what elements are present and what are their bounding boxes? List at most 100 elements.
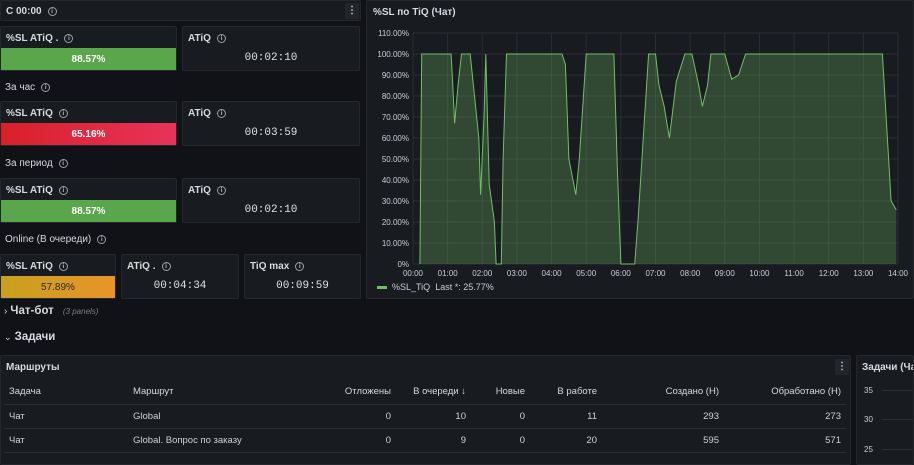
y-tick-label: 35 [864, 386, 873, 395]
table-cell: Global [128, 404, 308, 429]
info-icon[interactable]: i [64, 33, 74, 43]
routes-table-panel[interactable]: Маршруты ⋮ Задача Маршрут Отложены В оче… [0, 355, 851, 465]
stat-sl-atiq-2[interactable]: %SL ATiQ i 65.16% [0, 101, 177, 146]
stat-title: TiQ max i [250, 261, 305, 272]
routes-table: Задача Маршрут Отложены В очереди ↓ Новы… [4, 380, 846, 453]
panel-title: С 00:00 i [6, 6, 57, 17]
stat-value: 00:04:34 [153, 280, 207, 292]
x-tick-label: 01:00 [438, 269, 459, 278]
row-chatbot-collapsed[interactable]: › Чат-бот (3 panels) [4, 305, 98, 317]
panel-menu-button[interactable]: ⋮ [835, 359, 849, 375]
stat-title: ATiQ i [188, 185, 226, 196]
table-row[interactable]: Чат Global 0 10 0 11 293 273 [4, 404, 846, 429]
table-cell: 0 [471, 404, 530, 429]
stat-tiq-max[interactable]: TiQ max i 00:09:59 [244, 254, 361, 299]
row-title-hour[interactable]: За час i [5, 82, 51, 93]
info-icon[interactable]: i [41, 82, 51, 92]
y-tick-label: 10.00% [382, 239, 409, 248]
row-title-online[interactable]: Online (В очереди) i [5, 234, 107, 245]
row-title: Чат-бот [10, 305, 54, 317]
stat-title: %SL ATiQ .i [6, 33, 74, 44]
table-cell: 273 [724, 404, 846, 429]
column-header[interactable]: Отложены [308, 380, 396, 405]
x-tick-label: 06:00 [611, 269, 632, 278]
stat-value-bar: 65.16% [1, 123, 176, 145]
info-icon[interactable]: i [58, 185, 68, 195]
stat-value: 00:02:10 [244, 52, 298, 64]
table-header-row: Задача Маршрут Отложены В очереди ↓ Новы… [4, 380, 846, 405]
stat-sl-atiq-3[interactable]: %SL ATiQ i 88.57% [0, 178, 177, 223]
stat-sl-atiq-4[interactable]: %SL ATiQ i 57.89% [0, 254, 116, 299]
stat-value: 00:09:59 [276, 280, 329, 292]
stat-title: %SL ATiQ i [6, 108, 68, 119]
y-tick-label: 0% [397, 260, 409, 269]
stat-value: 00:03:59 [244, 127, 298, 139]
table-cell: 293 [602, 404, 724, 429]
info-icon[interactable]: i [97, 234, 107, 244]
info-icon[interactable]: i [58, 108, 68, 118]
x-tick-label: 12:00 [819, 269, 840, 278]
y-tick-label: 60.00% [382, 134, 409, 143]
tasks-chart-panel[interactable]: Задачи (Ча 35 30 25 [856, 355, 914, 465]
stat-sl-atiq-1[interactable]: %SL ATiQ .i 88.57% [0, 26, 177, 71]
table-cell: 0 [308, 428, 396, 453]
y-tick-label: 50.00% [382, 155, 409, 164]
x-tick-label: 14:00 [888, 269, 909, 278]
column-header[interactable]: В работе [530, 380, 602, 405]
x-tick-label: 11:00 [784, 269, 804, 278]
panel-title: Маршруты [6, 362, 60, 373]
table-cell: 10 [396, 404, 471, 429]
y-tick-label: 25 [864, 445, 873, 454]
panel-menu-button[interactable]: ⋮ [345, 3, 359, 19]
gridline [882, 419, 913, 420]
info-icon[interactable]: i [58, 158, 68, 168]
chart-panel[interactable]: %SL по TiQ (Чат) 0% 10.00% 20.00% 30.00% 40.… [366, 0, 914, 299]
info-icon[interactable]: i [216, 185, 226, 195]
column-header[interactable]: Создано (Н) [602, 380, 724, 405]
stat-atiq-3[interactable]: ATiQ i 00:02:10 [182, 178, 360, 223]
y-tick-label: 80.00% [382, 92, 409, 101]
gridline [882, 449, 913, 450]
y-tick-label: 30 [864, 415, 873, 424]
stat-atiq-1[interactable]: ATiQ i 00:02:10 [182, 26, 360, 71]
x-tick-label: 07:00 [645, 269, 666, 278]
legend-series-name: %SL_TiQ [392, 282, 431, 292]
table-wrapper: Задача Маршрут Отложены В очереди ↓ Новы… [4, 380, 846, 453]
x-tick-label: 00:00 [403, 269, 424, 278]
info-icon[interactable]: i [295, 261, 305, 271]
stat-value-bar: 88.57% [1, 200, 176, 222]
stat-value: 00:02:10 [244, 204, 298, 216]
table-cell: 0 [308, 404, 396, 429]
x-tick-label: 03:00 [507, 269, 528, 278]
stat-atiq-4[interactable]: ATiQ .i 00:04:34 [121, 254, 239, 299]
column-header[interactable]: Маршрут [128, 380, 308, 405]
row-panel-count: (3 panels) [62, 307, 99, 316]
stat-title: ATiQ .i [127, 261, 171, 272]
stat-title: %SL ATiQ i [6, 185, 68, 196]
column-header[interactable]: Задача [4, 380, 128, 405]
sl-area-chart[interactable]: 0% 10.00% 20.00% 30.00% 40.00% 50.00% 60.00% 70… [367, 1, 913, 298]
info-icon[interactable]: i [216, 108, 226, 118]
table-row[interactable]: Чат Global. Вопрос по заказу 0 9 0 20 59… [4, 428, 846, 453]
sort-arrow-icon: ↓ [461, 386, 466, 398]
stat-value-bar: 57.89% [1, 276, 115, 298]
chevron-right-icon: › [4, 306, 8, 317]
info-icon[interactable]: i [47, 6, 57, 16]
y-tick-label: 30.00% [382, 197, 409, 206]
column-header[interactable]: Новые [471, 380, 530, 405]
chart-legend[interactable]: %SL_TiQ Last *: 25.77% [377, 282, 494, 292]
info-icon[interactable]: i [216, 33, 226, 43]
column-header[interactable]: Обработано (Н) [724, 380, 846, 405]
x-tick-label: 13:00 [853, 269, 874, 278]
legend-last-label: Last *: [435, 282, 461, 292]
row-title-period[interactable]: За период i [5, 158, 68, 169]
row-tasks-expanded[interactable]: ⌄ Задачи [4, 331, 55, 343]
stat-title: %SL ATiQ i [6, 261, 68, 272]
legend-last-value: 25.77% [463, 282, 494, 292]
column-header-sorted[interactable]: В очереди ↓ [396, 380, 471, 405]
y-tick-label: 90.00% [382, 71, 409, 80]
info-icon[interactable]: i [161, 261, 171, 271]
stat-value-bar: 88.57% [1, 48, 176, 70]
stat-atiq-2[interactable]: ATiQ i 00:03:59 [182, 101, 360, 146]
info-icon[interactable]: i [58, 261, 68, 271]
